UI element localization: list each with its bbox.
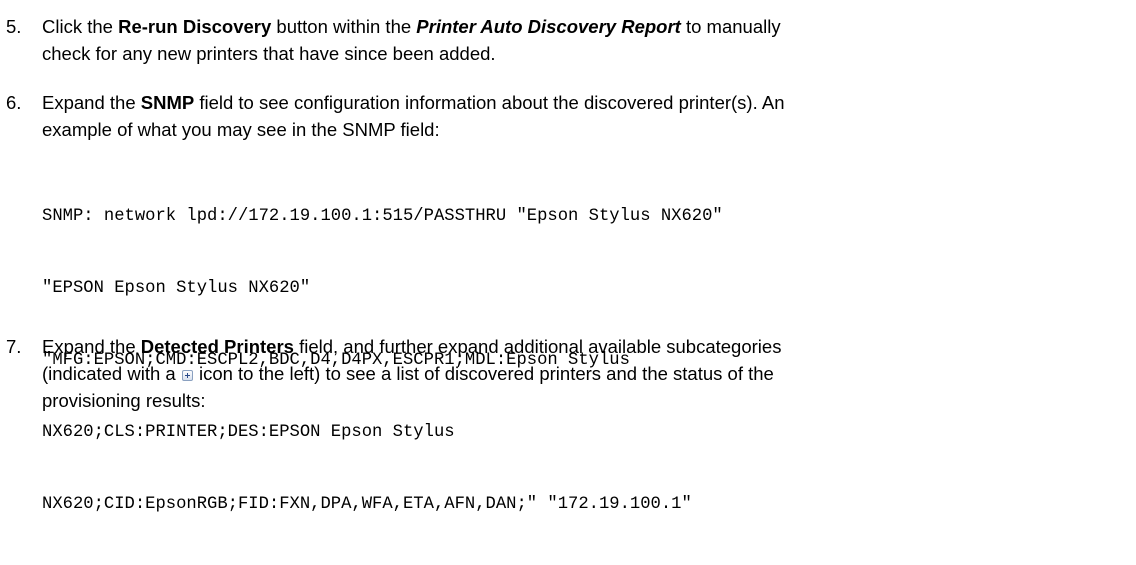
text-run: icon to the left) to see a list of disco…	[193, 363, 774, 384]
step-line: Click the Re-run Discovery button within…	[42, 13, 1124, 40]
step-line: example of what you may see in the SNMP …	[42, 119, 440, 140]
bold-term: Re-run Discovery	[118, 16, 272, 37]
code-line: "EPSON Epson Stylus NX620"	[42, 279, 311, 298]
step-line: check for any new printers that have sin…	[42, 43, 496, 64]
code-line: NX620;CLS:PRINTER;DES:EPSON Epson Stylus	[42, 423, 455, 442]
bold-term: Detected Printers	[140, 336, 294, 357]
step-text: Click the Re-run Discovery button within…	[42, 13, 1124, 67]
code-line: SNMP: network lpd://172.19.100.1:515/PAS…	[42, 207, 723, 226]
step-text: Expand the SNMP field to see configurati…	[42, 89, 1124, 143]
bold-term: SNMP	[140, 92, 195, 113]
text-run: button within the	[271, 16, 417, 37]
text-run: to manually	[680, 16, 781, 37]
step-number: 5.	[6, 16, 22, 37]
document-page: 5. Click the Re-run Discovery button wit…	[0, 0, 1136, 514]
step-number: 7.	[6, 336, 22, 357]
step-line: Expand the SNMP field to see configurati…	[42, 89, 1124, 116]
bold-italic-term: Printer Auto Discovery Report	[416, 16, 681, 37]
text-run: field to see configuration information a…	[194, 92, 785, 113]
step-line: Expand the Detected Printers field, and …	[42, 333, 1124, 360]
step-line: (indicated with a icon to the left) to s…	[42, 360, 1124, 387]
step-line: provisioning results:	[42, 390, 206, 411]
step-text: Expand the Detected Printers field, and …	[42, 333, 1124, 414]
step-number: 6.	[6, 92, 22, 113]
text-run: Expand the	[42, 336, 141, 357]
code-line: NX620;CID:EpsonRGB;FID:FXN,DPA,WFA,ETA,A…	[42, 495, 692, 514]
text-run: Expand the	[42, 92, 141, 113]
plus-box-icon	[181, 370, 193, 381]
text-run: Click the	[42, 16, 119, 37]
text-run: (indicated with a	[42, 363, 181, 384]
text-run: field, and further expand additional ava…	[293, 336, 782, 357]
